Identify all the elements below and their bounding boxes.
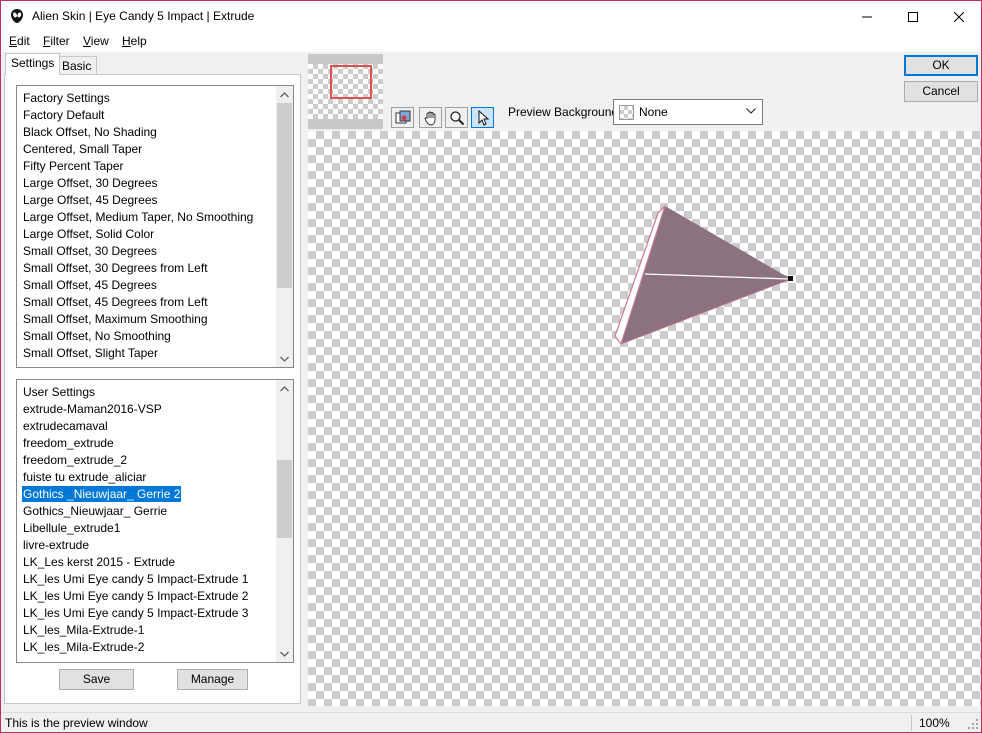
factory-preset-item[interactable]: Small Offset, No Smoothing <box>22 328 172 344</box>
transparent-swatch-icon <box>619 105 634 120</box>
resize-grip-icon[interactable] <box>967 718 979 730</box>
status-bar: This is the preview window 100% <box>1 712 981 732</box>
light-handle[interactable] <box>788 276 793 281</box>
scroll-down-arrow[interactable] <box>276 350 293 367</box>
extruded-shape-face <box>621 206 791 344</box>
preview-background-select[interactable]: None <box>613 99 763 125</box>
factory-preset-item[interactable]: Small Offset, 45 Degrees from Left <box>22 294 209 310</box>
user-preset-item[interactable]: fuiste tu extrude_aliciar <box>22 469 147 485</box>
alien-skin-logo-icon <box>11 9 23 23</box>
navigator-thumbnail[interactable] <box>308 54 383 129</box>
user-preset-item[interactable]: LK_les Umi Eye candy 5 Impact-Extrude 3 <box>22 605 249 621</box>
user-preset-item[interactable]: extrude-Maman2016-VSP <box>22 401 163 417</box>
preview-background-value: None <box>639 105 668 119</box>
user-preset-item[interactable]: freedom_extrude_2 <box>22 452 128 468</box>
select-tool-button[interactable] <box>471 107 494 128</box>
menu-view[interactable]: View <box>83 34 109 48</box>
user-preset-item[interactable]: LK_Les kerst 2015 - Extrude <box>22 554 176 570</box>
close-icon <box>954 11 964 22</box>
factory-preset-item[interactable]: Large Offset, Medium Taper, No Smoothing <box>22 209 254 225</box>
scroll-thumb[interactable] <box>277 103 292 288</box>
user-scrollbar[interactable] <box>276 380 293 662</box>
user-settings-list[interactable]: User Settings extrude-Maman2016-VSP extru… <box>16 379 294 663</box>
factory-scrollbar[interactable] <box>276 86 293 367</box>
cancel-button[interactable]: Cancel <box>904 81 978 102</box>
user-preset-item[interactable]: LK_les Umi Eye candy 5 Impact-Extrude 2 <box>22 588 249 604</box>
hand-tool-button[interactable] <box>419 107 442 128</box>
preview-background-label: Preview Background: <box>508 105 622 119</box>
tab-basic[interactable]: Basic <box>56 56 98 76</box>
menu-bar: Edit Filter View Help <box>1 32 981 52</box>
user-preset-item[interactable]: LK_les Umi Eye candy 5 Impact-Extrude 1 <box>22 571 249 587</box>
chevron-down-icon <box>746 108 756 114</box>
menu-help[interactable]: Help <box>122 34 147 48</box>
user-preset-item[interactable]: LK_les_Mila-Extrude-2 <box>22 639 145 655</box>
menu-filter[interactable]: Filter <box>43 34 70 48</box>
manage-button[interactable]: Manage <box>177 669 248 690</box>
user-preset-item[interactable]: LK_les_Mila-Extrude-1 <box>22 622 145 638</box>
factory-preset-item[interactable]: Small Offset, Maximum Smoothing <box>22 311 209 327</box>
navigator-viewport-rect[interactable] <box>330 65 372 99</box>
preview-compare-icon <box>395 110 410 123</box>
factory-settings-list[interactable]: Factory Settings Factory Default Black Of… <box>16 85 294 368</box>
magnifier-zoom-icon <box>449 110 464 125</box>
maximize-icon <box>908 11 918 22</box>
ok-button[interactable]: OK <box>904 55 978 76</box>
close-button[interactable] <box>936 1 982 32</box>
minimize-button[interactable] <box>844 1 890 32</box>
scroll-down-arrow[interactable] <box>276 645 293 662</box>
hand-pan-icon <box>424 111 435 125</box>
scroll-up-arrow[interactable] <box>276 86 293 103</box>
chevron-up-icon <box>280 385 289 391</box>
title-bar: Alien Skin | Eye Candy 5 Impact | Extrud… <box>1 1 981 32</box>
extrude-preview-image <box>614 205 793 346</box>
factory-preset-item[interactable]: Large Offset, 45 Degrees <box>22 192 159 208</box>
menu-edit[interactable]: Edit <box>9 34 30 48</box>
factory-preset-item[interactable]: Factory Default <box>22 107 105 123</box>
chevron-up-icon <box>280 91 289 97</box>
arrow-select-icon <box>478 109 489 126</box>
factory-preset-item[interactable]: Centered, Small Taper <box>22 141 143 157</box>
status-divider <box>911 715 912 731</box>
factory-preset-item[interactable]: Small Offset, 30 Degrees <box>22 243 158 259</box>
minimize-icon <box>862 16 872 17</box>
save-button[interactable]: Save <box>59 669 134 690</box>
chevron-down-icon <box>280 651 289 657</box>
factory-preset-item[interactable]: Small Offset, 45 Degrees <box>22 277 158 293</box>
scroll-thumb[interactable] <box>277 460 292 538</box>
scroll-up-arrow[interactable] <box>276 380 293 397</box>
chevron-down-icon <box>280 356 289 362</box>
status-message: This is the preview window <box>5 716 148 730</box>
user-preset-item[interactable]: Gothics _Nieuwjaar_ Gerrie 2 <box>20 485 183 503</box>
user-settings-header: User Settings <box>23 385 96 399</box>
factory-preset-item[interactable]: Large Offset, Solid Color <box>22 226 155 242</box>
user-preset-item[interactable]: extrudecamaval <box>22 418 109 434</box>
user-preset-item[interactable]: freedom_extrude <box>22 435 115 451</box>
factory-preset-item[interactable]: Large Offset, 30 Degrees <box>22 175 159 191</box>
user-preset-item[interactable]: Gothics_Nieuwjaar_ Gerrie <box>22 503 168 519</box>
factory-preset-item[interactable]: Small Offset, 30 Degrees from Left <box>22 260 209 276</box>
maximize-button[interactable] <box>890 1 936 32</box>
preview-canvas[interactable] <box>308 131 981 706</box>
app-window: Alien Skin | Eye Candy 5 Impact | Extrud… <box>0 0 982 733</box>
user-preset-item[interactable]: Libellule_extrude1 <box>22 520 121 536</box>
zoom-level: 100% <box>919 716 950 730</box>
factory-preset-item[interactable]: Fifty Percent Taper <box>22 158 125 174</box>
tab-settings[interactable]: Settings <box>5 53 61 75</box>
factory-preset-item[interactable]: Black Offset, No Shading <box>22 124 158 140</box>
window-title: Alien Skin | Eye Candy 5 Impact | Extrud… <box>32 9 255 23</box>
settings-panel: Factory Settings Factory Default Black Of… <box>4 74 301 704</box>
factory-settings-header: Factory Settings <box>23 91 110 105</box>
zoom-tool-button[interactable] <box>445 107 468 128</box>
user-preset-item[interactable]: livre-extrude <box>22 537 90 553</box>
preview-compare-button[interactable] <box>391 107 414 128</box>
factory-preset-item[interactable]: Small Offset, Slight Taper <box>22 345 159 361</box>
